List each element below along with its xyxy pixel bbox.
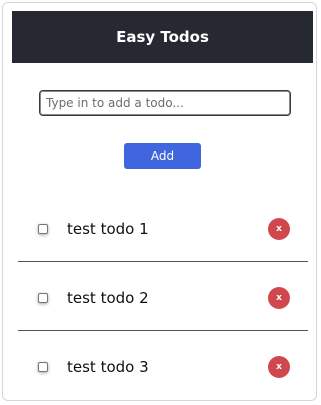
add-button[interactable]: Add bbox=[124, 143, 201, 169]
todo-checkbox[interactable] bbox=[38, 224, 48, 234]
todo-app: Easy Todos Add test todo 1 x test todo 2… bbox=[2, 2, 317, 401]
todo-text: test todo 3 bbox=[67, 358, 149, 376]
close-icon: x bbox=[276, 292, 282, 303]
delete-button[interactable]: x bbox=[268, 287, 290, 309]
app-title: Easy Todos bbox=[116, 28, 209, 46]
list-item: test todo 1 x bbox=[18, 193, 308, 262]
todo-checkbox[interactable] bbox=[38, 362, 48, 372]
close-icon: x bbox=[276, 223, 282, 234]
add-button-label: Add bbox=[150, 149, 175, 163]
todo-input[interactable] bbox=[39, 90, 291, 116]
todo-list: test todo 1 x test todo 2 x test todo 3 … bbox=[18, 193, 308, 400]
todo-text: test todo 2 bbox=[67, 289, 149, 307]
todo-text: test todo 1 bbox=[67, 220, 149, 238]
list-item: test todo 3 x bbox=[18, 331, 308, 400]
todo-checkbox[interactable] bbox=[38, 293, 48, 303]
list-item: test todo 2 x bbox=[18, 262, 308, 331]
app-header: Easy Todos bbox=[12, 11, 313, 63]
close-icon: x bbox=[276, 361, 282, 372]
delete-button[interactable]: x bbox=[268, 356, 290, 378]
delete-button[interactable]: x bbox=[268, 218, 290, 240]
